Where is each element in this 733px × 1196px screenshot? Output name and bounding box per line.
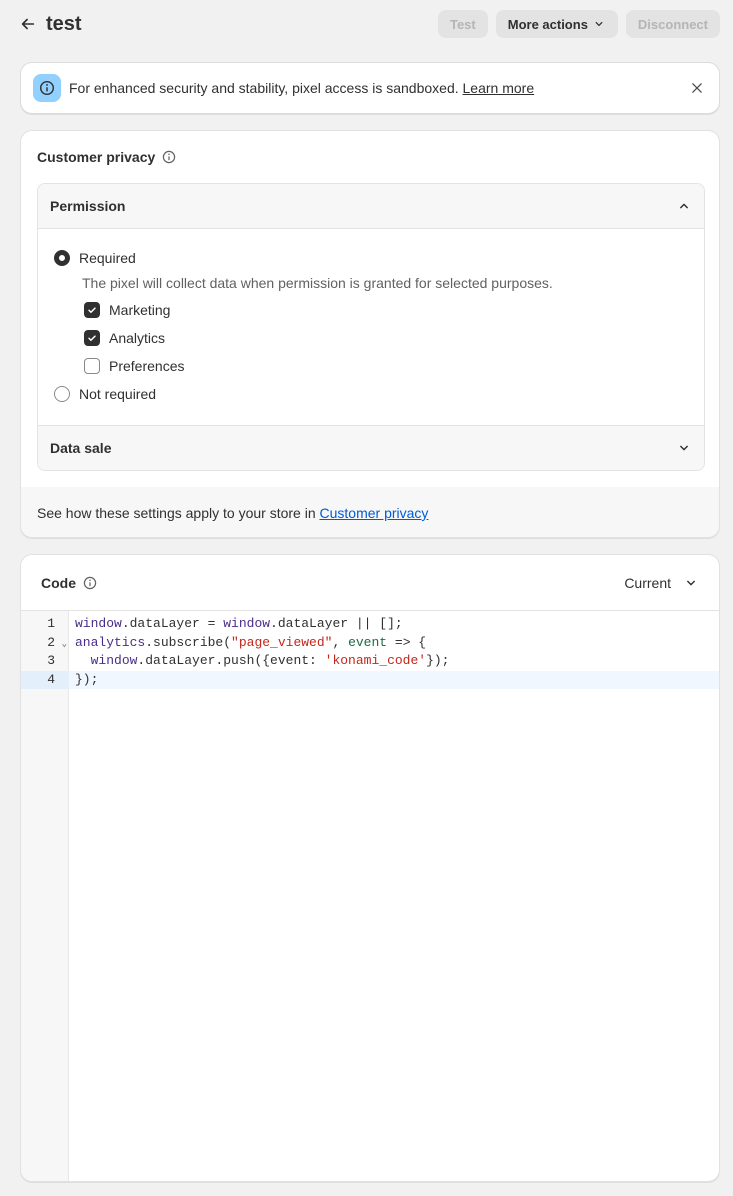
code-heading: Code [41,575,98,591]
code-title: Code [41,574,76,591]
disconnect-button[interactable]: Disconnect [625,10,720,38]
code-line[interactable]: 2 ⌄ analytics.subscribe("page_viewed", eve… [21,634,719,652]
info-icon[interactable] [161,149,177,165]
privacy-footer: See how these settings apply to your sto… [21,487,719,537]
code-token: .dataLayer.push({event: [137,653,325,668]
close-icon [692,83,702,93]
code-token: analytics [75,634,146,650]
chevron-down-icon [680,445,688,451]
info-icon[interactable] [82,575,98,591]
banner-close-button[interactable] [687,78,707,98]
code-text: window.dataLayer.push({event: 'konami_co… [69,652,450,670]
banner-text: For enhanced security and stability, pix… [69,80,534,96]
code-token: .subscribe( [145,634,232,650]
chevron-down-icon [595,21,603,27]
fold-chevron-icon[interactable]: ⌄ [62,635,67,653]
code-token: window [75,616,122,631]
chevron-up-icon [680,203,688,209]
preferences-checkbox[interactable] [84,358,100,374]
page-title: test [46,12,82,35]
data-sale-title: Data sale [50,440,112,456]
checkmark-icon [88,307,96,313]
customer-privacy-title: Customer privacy [37,149,156,165]
code-token: .dataLayer || []; [270,616,403,631]
code-editor[interactable]: 1 window.dataLayer = window.dataLayer || … [21,611,719,1181]
chevron-down-icon [687,580,695,585]
code-text: window.dataLayer = window.dataLayer || [… [69,615,403,633]
privacy-footer-text: See how these settings apply to your sto… [37,505,316,521]
required-radio-option[interactable]: Required [54,250,136,266]
header-actions: Test More actions Disconnect [437,10,720,38]
code-version-label: Current [624,574,671,591]
info-icon [39,80,55,96]
test-button[interactable]: Test [437,10,488,38]
marketing-checkbox[interactable] [84,302,100,318]
code-header: Code Current [21,555,719,611]
code-token: }); [426,653,450,668]
customer-privacy-link[interactable]: Customer privacy [320,505,429,521]
code-token: window [90,653,138,668]
code-token: 'konami_code' [324,653,427,668]
sandbox-banner: For enhanced security and stability, pix… [20,62,720,114]
code-line[interactable]: 1 window.dataLayer = window.dataLayer || … [21,615,719,633]
checkmark-icon [88,335,96,341]
not-required-radio-option[interactable]: Not required [54,386,156,402]
purpose-preferences[interactable]: Preferences [84,358,184,374]
code-token: , [332,634,349,650]
required-radio[interactable] [54,250,70,266]
preferences-label: Preferences [109,358,185,374]
more-actions-label: More actions [507,16,588,32]
not-required-radio[interactable] [54,386,70,402]
code-token: .dataLayer = [121,616,224,631]
banner-message: For enhanced security and stability, pix… [69,80,459,96]
more-actions-button[interactable]: More actions [495,10,618,38]
code-token: }); [75,671,99,687]
data-sale-section-toggle[interactable]: Data sale [38,425,704,470]
not-required-label: Not required [79,386,157,402]
page-header: test Test More actions Disconnect [20,10,720,38]
code-line[interactable]: 4}); [21,670,719,689]
line-number: 4 [21,670,69,689]
required-help-text: The pixel will collect data when permiss… [82,275,553,291]
customer-privacy-card: Customer privacy Permission Required The… [20,130,720,538]
permission-title: Permission [50,198,126,214]
purpose-marketing[interactable]: Marketing [84,302,170,318]
line-number: 1 [47,616,55,631]
code-token: event [348,634,388,650]
code-text: analytics.subscribe("page_viewed", event… [69,634,426,652]
code-card: Code Current 1 window.dataLayer = window.… [20,554,720,1182]
code-token: => { [387,634,427,650]
code-text: }); [69,671,98,689]
back-button[interactable] [14,10,42,38]
line-number-gutter [21,611,69,1181]
code-token: "page_viewed" [231,634,333,650]
purpose-analytics[interactable]: Analytics [84,330,165,346]
arrow-left-icon [21,18,35,30]
learn-more-link[interactable]: Learn more [463,80,535,96]
marketing-label: Marketing [109,302,171,318]
permission-section-toggle[interactable]: Permission [38,184,704,229]
code-token: window [223,616,271,631]
required-label: Required [79,250,136,266]
permission-section-body: Required The pixel will collect data whe… [38,229,704,425]
line-number: 3 [47,653,55,668]
code-version-select[interactable]: Current [624,575,699,591]
privacy-settings-box: Permission Required The pixel will colle… [37,183,705,471]
customer-privacy-heading: Customer privacy [37,149,177,165]
code-line[interactable]: 3 window.dataLayer.push({event: 'konami_… [21,652,719,670]
analytics-checkbox[interactable] [84,330,100,346]
line-number: 2 ⌄ [21,634,69,652]
info-badge [33,74,61,102]
analytics-label: Analytics [109,330,166,346]
